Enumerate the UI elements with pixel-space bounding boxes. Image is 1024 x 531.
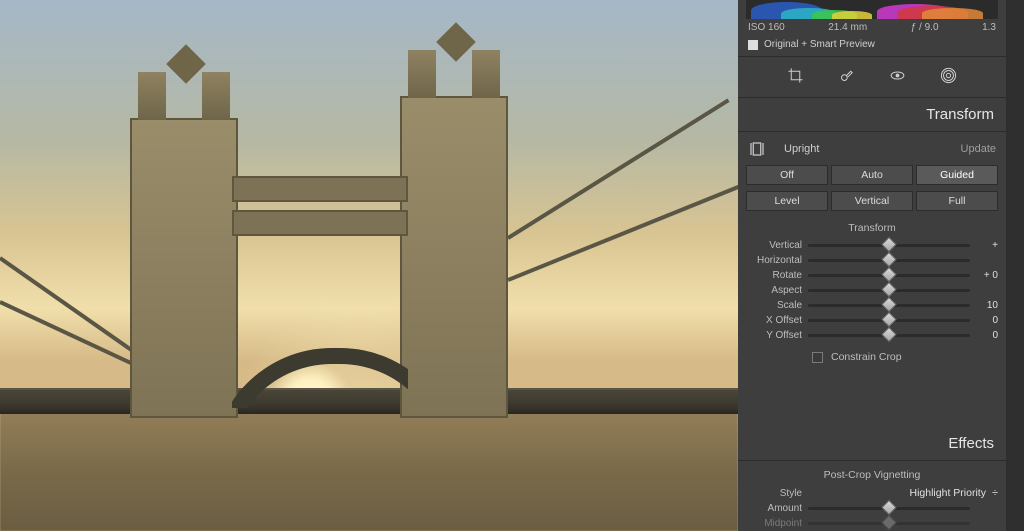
slider-track[interactable] (808, 259, 970, 262)
slider-handle[interactable] (881, 237, 897, 253)
upright-level-button[interactable]: Level (746, 191, 828, 211)
slider-value: 0 (976, 315, 998, 326)
radial-filter-icon[interactable] (940, 67, 957, 87)
style-value: Highlight Priority (810, 487, 992, 499)
exif-focal: 21.4 mm (828, 22, 867, 33)
slider-scale: Scale 10 (738, 298, 1006, 313)
slider-handle[interactable] (881, 267, 897, 283)
slider-track[interactable] (808, 244, 970, 247)
preview-tower-left (130, 118, 238, 418)
slider-value: 10 (976, 300, 998, 311)
constrain-crop-label: Constrain Crop (831, 351, 902, 363)
slider-track[interactable] (808, 304, 970, 307)
slider-rotate: Rotate + 0 (738, 268, 1006, 283)
dropdown-caret-icon[interactable]: ÷ (992, 487, 998, 499)
slider-handle[interactable] (881, 327, 897, 343)
slider-track[interactable] (808, 319, 970, 322)
upright-icon[interactable] (748, 140, 766, 158)
slider-aspect: Aspect (738, 283, 1006, 298)
slider-value: 0 (976, 330, 998, 341)
tool-strip (738, 57, 1006, 98)
constrain-crop-checkbox[interactable] (812, 352, 823, 363)
slider-amount: Amount (738, 501, 1006, 516)
style-label: Style (746, 488, 802, 499)
preview-tower-right (400, 96, 508, 418)
slider-x-offset: X Offset 0 (738, 313, 1006, 328)
histogram[interactable] (746, 0, 998, 19)
slider-track[interactable] (808, 274, 970, 277)
transform-header[interactable]: Transform (738, 98, 1006, 132)
constrain-crop-row[interactable]: Constrain Crop (738, 343, 1006, 377)
preview-walkway (232, 210, 408, 236)
exif-shutter: 1.3 (982, 22, 996, 33)
upright-guided-button[interactable]: Guided (916, 165, 998, 185)
slider-midpoint: Midpoint (738, 516, 1006, 531)
preview-mode-row[interactable]: Original + Smart Preview (738, 36, 1006, 57)
exif-row: ISO 160 21.4 mm ƒ / 9.0 1.3 (738, 21, 1006, 36)
redeye-icon[interactable] (889, 67, 906, 87)
slider-track[interactable] (808, 334, 970, 337)
slider-horizontal: Horizontal (738, 253, 1006, 268)
exif-aperture: ƒ / 9.0 (911, 22, 939, 33)
slider-label: Scale (746, 300, 802, 311)
slider-value: + (976, 240, 998, 251)
slider-handle[interactable] (881, 282, 897, 298)
slider-label: X Offset (746, 315, 802, 326)
upright-off-button[interactable]: Off (746, 165, 828, 185)
upright-label: Upright (784, 143, 943, 155)
slider-track[interactable] (808, 289, 970, 292)
slider-track[interactable] (808, 507, 970, 510)
transform-subtitle: Transform (738, 214, 1006, 238)
develop-panel: ISO 160 21.4 mm ƒ / 9.0 1.3 Original + S… (738, 0, 1024, 531)
slider-handle[interactable] (881, 252, 897, 268)
slider-label: Amount (746, 503, 802, 514)
slider-handle[interactable] (881, 515, 897, 531)
crop-icon[interactable] (787, 67, 804, 87)
upright-auto-button[interactable]: Auto (831, 165, 913, 185)
preview-mode-label: Original + Smart Preview (764, 39, 875, 50)
slider-y-offset: Y Offset 0 (738, 328, 1006, 343)
image-preview[interactable] (0, 0, 738, 531)
slider-handle[interactable] (881, 297, 897, 313)
slider-handle[interactable] (881, 312, 897, 328)
slider-label: Horizontal (746, 255, 802, 266)
upright-buttons: LevelVerticalFull (738, 188, 1006, 214)
preview-arch (232, 348, 408, 408)
slider-handle[interactable] (881, 500, 897, 516)
slider-label: Aspect (746, 285, 802, 296)
effects-header[interactable]: Effects (738, 427, 1006, 461)
slider-label: Rotate (746, 270, 802, 281)
slider-label: Vertical (746, 240, 802, 251)
upright-vertical-button[interactable]: Vertical (831, 191, 913, 211)
preview-water (0, 411, 738, 531)
slider-track[interactable] (808, 522, 970, 525)
upright-buttons: OffAutoGuided (738, 162, 1006, 188)
exif-iso: ISO 160 (748, 22, 785, 33)
upright-update[interactable]: Update (961, 143, 996, 155)
preview-mode-indicator-icon (748, 40, 758, 50)
upright-full-button[interactable]: Full (916, 191, 998, 211)
vignette-style-row[interactable]: Style Highlight Priority ÷ (738, 485, 1006, 501)
slider-label: Midpoint (746, 518, 802, 529)
preview-walkway (232, 176, 408, 202)
effects-subtitle: Post-Crop Vignetting (738, 461, 1006, 485)
slider-value: + 0 (976, 270, 998, 281)
slider-vertical: Vertical + (738, 238, 1006, 253)
slider-label: Y Offset (746, 330, 802, 341)
spot-removal-icon[interactable] (838, 67, 855, 87)
